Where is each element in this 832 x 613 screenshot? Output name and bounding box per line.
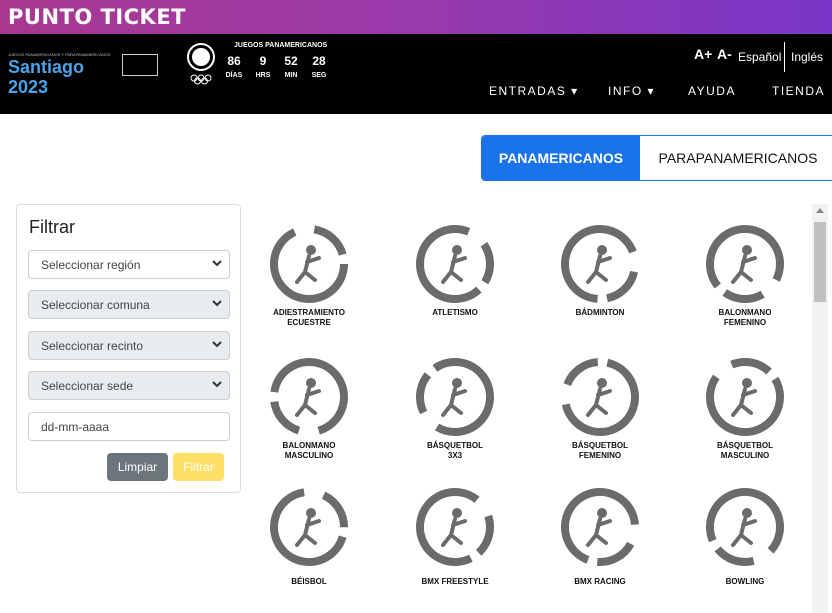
sport-card[interactable]: ATLETISMO (395, 222, 515, 318)
scroll-up-arrow[interactable] (816, 208, 824, 213)
chevron-down-icon (212, 341, 222, 348)
sport-card[interactable]: BALONMANO MASCULINO (249, 355, 369, 461)
brand-logo[interactable]: PUNTO TICKET (8, 5, 186, 29)
sport-name: BÁSQUETBOL FEMENINO (572, 441, 628, 460)
comuna-select[interactable]: Seleccionar comuna (28, 290, 230, 319)
countdown-minutes: 52 MIN (284, 54, 298, 79)
sport-icon (706, 358, 784, 436)
sport-icon (706, 225, 784, 303)
sport-icon (561, 358, 639, 436)
sport-name: BMX FREESTYLE (421, 577, 489, 586)
sport-name: BALONMANO FEMENINO (718, 308, 772, 327)
sport-card[interactable]: BÁSQUETBOL MASCULINO (685, 355, 805, 461)
chevron-down-icon (212, 300, 222, 307)
sport-card[interactable]: BOWLING (685, 485, 805, 587)
sport-card[interactable]: BMX RACING (540, 485, 660, 587)
sport-icon (416, 225, 494, 303)
header: JUEGOS PANAMERICANOS Y PARAPANAMERICANOS… (0, 34, 832, 114)
sport-name: BOWLING (725, 577, 765, 586)
sport-icon (416, 488, 494, 566)
sport-icon (270, 225, 348, 303)
sport-name: BÁDMINTON (575, 308, 625, 317)
apply-filter-button[interactable]: Filtrar (173, 453, 224, 481)
sport-card[interactable]: BMX FREESTYLE (395, 485, 515, 587)
filter-title: Filtrar (29, 217, 75, 237)
sport-icon (416, 358, 494, 436)
countdown-days: 86 DÍAS (225, 54, 243, 79)
sport-card[interactable]: ADIESTRAMIENTO ECUESTRE (249, 222, 369, 328)
sport-card[interactable]: BÉISBOL (249, 485, 369, 587)
countdown-title: JUEGOS PANAMERICANOS (234, 42, 328, 49)
sport-icon (706, 488, 784, 566)
scrollbar[interactable] (812, 204, 828, 613)
sport-name: ATLETISMO (432, 308, 478, 317)
filter-panel: Filtrar Seleccionar región Seleccionar c… (16, 204, 241, 493)
region-select[interactable]: Seleccionar región (28, 250, 230, 279)
sport-icon (561, 488, 639, 566)
nav-info[interactable]: INFO ▾ (608, 84, 655, 98)
games-name: Santiago 2023 (8, 57, 85, 97)
sport-icon (270, 358, 348, 436)
sport-icon (270, 488, 348, 566)
sport-card[interactable]: BALONMANO FEMENINO (685, 222, 805, 328)
games-tabs: PANAMERICANOS PARAPANAMERICANOS (481, 135, 832, 181)
sport-card[interactable]: BÁSQUETBOL FEMENINO (540, 355, 660, 461)
government-logo (122, 54, 158, 76)
sport-name: BÁSQUETBOL 3X3 (427, 441, 483, 460)
chevron-down-icon (212, 260, 222, 267)
tab-parapanamericanos[interactable]: PARAPANAMERICANOS (640, 136, 832, 180)
countdown-seconds: 28 SEG (311, 54, 327, 79)
date-input[interactable]: dd-mm-aaaa (28, 412, 230, 441)
panam-sports-emblem (187, 43, 215, 85)
lang-divider (784, 42, 785, 72)
lang-english-link[interactable]: Inglés (791, 50, 823, 64)
brand-bar: PUNTO TICKET (0, 0, 832, 34)
sport-card[interactable]: BÁSQUETBOL 3X3 (395, 355, 515, 461)
sport-name: BMX RACING (574, 577, 626, 586)
nav-entradas[interactable]: ENTRADAS ▾ (489, 84, 579, 98)
sport-name: BÁSQUETBOL MASCULINO (717, 441, 773, 460)
scrollbar-thumb[interactable] (814, 222, 826, 302)
tab-panamericanos[interactable]: PANAMERICANOS (482, 136, 640, 180)
sede-select[interactable]: Seleccionar sede (28, 371, 230, 400)
sport-name: BÉISBOL (291, 577, 327, 586)
sport-name: BALONMANO MASCULINO (282, 441, 336, 460)
sport-icon (561, 225, 639, 303)
chevron-down-icon (212, 381, 222, 388)
recinto-select[interactable]: Seleccionar recinto (28, 331, 230, 360)
clear-button[interactable]: Limpiar (107, 453, 168, 481)
nav-tienda[interactable]: TIENDA (772, 84, 825, 98)
font-decrease-button[interactable]: A- (717, 46, 732, 62)
font-increase-button[interactable]: A+ (694, 46, 712, 62)
lang-spanish-link[interactable]: Español (738, 50, 781, 64)
nav-ayuda[interactable]: AYUDA (688, 84, 736, 98)
santiago-2023-logo: JUEGOS PANAMERICANOS Y PARAPANAMERICANOS… (8, 52, 118, 97)
sport-card[interactable]: BÁDMINTON (540, 222, 660, 318)
countdown-hours: 9 HRS (255, 54, 271, 79)
sport-name: ADIESTRAMIENTO ECUESTRE (273, 308, 345, 327)
